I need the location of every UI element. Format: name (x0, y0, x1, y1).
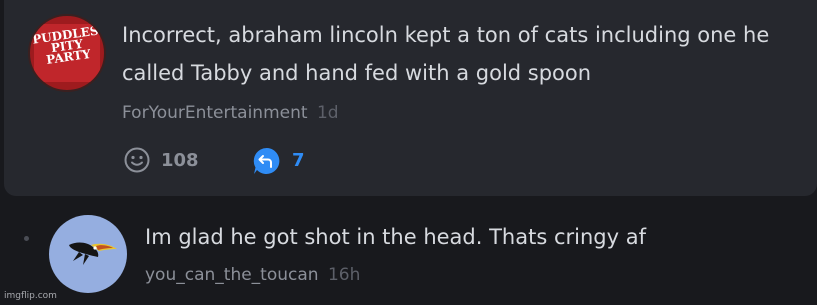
comment-card: PUDDLES PITY PARTY Incorrect, abraham linc… (4, 0, 817, 196)
author-name[interactable]: you_can_the_toucan (145, 265, 319, 285)
like-count[interactable]: 108 (161, 150, 199, 171)
comment-meta: ForYourEntertainment 1d (122, 103, 339, 123)
comment-age: 16h (327, 265, 361, 285)
comment-age: 1d (316, 103, 339, 123)
comment-meta: you_can_the_toucan 16h (145, 265, 360, 285)
reply-bubble-icon[interactable] (252, 146, 282, 176)
avatar[interactable]: PUDDLES PITY PARTY (28, 14, 106, 92)
toucan-icon (69, 242, 117, 265)
smile-icon[interactable] (124, 147, 150, 173)
comment-text: Im glad he got shot in the head. Thats c… (145, 225, 646, 249)
comment-text: Incorrect, abraham lincoln kept a ton of… (122, 23, 770, 85)
avatar[interactable] (49, 215, 127, 293)
author-name[interactable]: ForYourEntertainment (122, 103, 308, 123)
watermark: imgflip.com (4, 291, 57, 301)
reply-count[interactable]: 7 (292, 150, 305, 171)
thread-dot-icon (24, 236, 29, 241)
